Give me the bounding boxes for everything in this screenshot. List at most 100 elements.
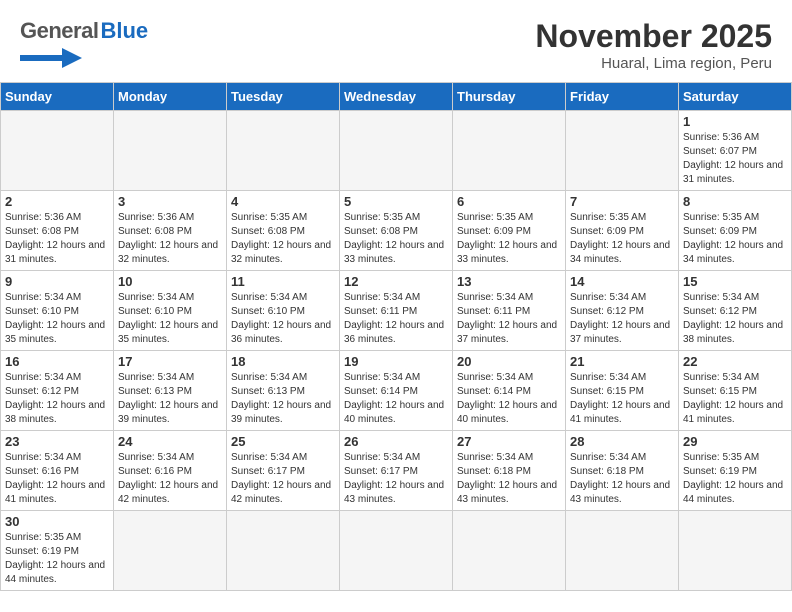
day-info: Sunrise: 5:34 AMSunset: 6:18 PMDaylight:… — [570, 451, 674, 507]
day-info-line: Daylight: 12 hours and 37 minutes. — [570, 319, 674, 347]
day-number: 18 — [231, 354, 335, 369]
day-info-line: Sunrise: 5:36 AM — [118, 211, 222, 225]
day-info-line: Sunset: 6:09 PM — [457, 225, 561, 239]
calendar-cell: 23Sunrise: 5:34 AMSunset: 6:16 PMDayligh… — [1, 431, 114, 511]
weekday-header-monday: Monday — [114, 83, 227, 111]
day-info-line: Sunset: 6:10 PM — [5, 305, 109, 319]
day-info-line: Daylight: 12 hours and 31 minutes. — [683, 159, 787, 187]
day-info: Sunrise: 5:34 AMSunset: 6:12 PMDaylight:… — [570, 291, 674, 347]
day-number: 14 — [570, 274, 674, 289]
page: General Blue November 2025 Huaral, Lima … — [0, 0, 792, 612]
calendar-cell: 10Sunrise: 5:34 AMSunset: 6:10 PMDayligh… — [114, 271, 227, 351]
day-number: 2 — [5, 194, 109, 209]
day-info-line: Daylight: 12 hours and 43 minutes. — [457, 479, 561, 507]
calendar-cell: 16Sunrise: 5:34 AMSunset: 6:12 PMDayligh… — [1, 351, 114, 431]
day-info: Sunrise: 5:36 AMSunset: 6:08 PMDaylight:… — [118, 211, 222, 267]
calendar-cell: 25Sunrise: 5:34 AMSunset: 6:17 PMDayligh… — [227, 431, 340, 511]
calendar-cell — [114, 111, 227, 191]
day-info: Sunrise: 5:35 AMSunset: 6:08 PMDaylight:… — [344, 211, 448, 267]
weekday-header-tuesday: Tuesday — [227, 83, 340, 111]
day-info: Sunrise: 5:34 AMSunset: 6:12 PMDaylight:… — [683, 291, 787, 347]
calendar-cell: 27Sunrise: 5:34 AMSunset: 6:18 PMDayligh… — [453, 431, 566, 511]
day-info: Sunrise: 5:34 AMSunset: 6:14 PMDaylight:… — [457, 371, 561, 427]
logo-icon — [20, 46, 100, 68]
day-info-line: Sunset: 6:18 PM — [570, 465, 674, 479]
calendar-cell: 6Sunrise: 5:35 AMSunset: 6:09 PMDaylight… — [453, 191, 566, 271]
calendar-cell: 12Sunrise: 5:34 AMSunset: 6:11 PMDayligh… — [340, 271, 453, 351]
weekday-header-friday: Friday — [566, 83, 679, 111]
day-info-line: Sunset: 6:07 PM — [683, 145, 787, 159]
day-info-line: Daylight: 12 hours and 42 minutes. — [231, 479, 335, 507]
day-info-line: Daylight: 12 hours and 35 minutes. — [118, 319, 222, 347]
day-info-line: Sunrise: 5:34 AM — [231, 371, 335, 385]
day-number: 23 — [5, 434, 109, 449]
day-info-line: Sunrise: 5:34 AM — [570, 451, 674, 465]
day-info: Sunrise: 5:34 AMSunset: 6:11 PMDaylight:… — [457, 291, 561, 347]
day-info-line: Daylight: 12 hours and 41 minutes. — [683, 399, 787, 427]
day-number: 3 — [118, 194, 222, 209]
calendar-cell: 17 Sunrise: 5:34 AMSunset: 6:13 PMDayligh… — [114, 351, 227, 431]
calendar-cell: 15Sunrise: 5:34 AMSunset: 6:12 PMDayligh… — [679, 271, 792, 351]
day-info: Sunrise: 5:34 AMSunset: 6:10 PMDaylight:… — [231, 291, 335, 347]
day-number: 4 — [231, 194, 335, 209]
calendar-cell: 3 Sunrise: 5:36 AMSunset: 6:08 PMDaylight… — [114, 191, 227, 271]
day-info: Sunrise: 5:34 AMSunset: 6:15 PMDaylight:… — [570, 371, 674, 427]
calendar-cell: 30Sunrise: 5:35 AMSunset: 6:19 PMDayligh… — [1, 511, 114, 591]
day-info-line: Sunrise: 5:34 AM — [570, 371, 674, 385]
weekday-header-saturday: Saturday — [679, 83, 792, 111]
day-info: Sunrise: 5:34 AMSunset: 6:13 PMDaylight:… — [118, 371, 222, 427]
day-number: 21 — [570, 354, 674, 369]
calendar-cell: 18Sunrise: 5:34 AMSunset: 6:13 PMDayligh… — [227, 351, 340, 431]
day-info-line: Daylight: 12 hours and 42 minutes. — [118, 479, 222, 507]
day-info-line: Daylight: 12 hours and 38 minutes. — [683, 319, 787, 347]
calendar-cell: 28Sunrise: 5:34 AMSunset: 6:18 PMDayligh… — [566, 431, 679, 511]
weekday-header-thursday: Thursday — [453, 83, 566, 111]
day-info-line: Sunrise: 5:34 AM — [231, 291, 335, 305]
day-number: 17 — [118, 354, 222, 369]
day-info-line: Sunset: 6:19 PM — [5, 545, 109, 559]
day-number: 13 — [457, 274, 561, 289]
day-info-line: Daylight: 12 hours and 35 minutes. — [5, 319, 109, 347]
day-info-line: Daylight: 12 hours and 34 minutes. — [570, 239, 674, 267]
day-info: Sunrise: 5:34 AMSunset: 6:10 PMDaylight:… — [5, 291, 109, 347]
day-info: Sunrise: 5:34 AMSunset: 6:17 PMDaylight:… — [231, 451, 335, 507]
calendar-cell — [566, 111, 679, 191]
day-info-line: Daylight: 12 hours and 43 minutes. — [570, 479, 674, 507]
day-info: Sunrise: 5:34 AMSunset: 6:17 PMDaylight:… — [344, 451, 448, 507]
day-number: 26 — [344, 434, 448, 449]
week-row-0: 1 Sunrise: 5:36 AMSunset: 6:07 PMDaylight… — [1, 111, 792, 191]
day-info: Sunrise: 5:34 AMSunset: 6:11 PMDaylight:… — [344, 291, 448, 347]
day-info-line: Sunrise: 5:35 AM — [570, 211, 674, 225]
day-info-line: Daylight: 12 hours and 39 minutes. — [118, 399, 222, 427]
day-info-line: Sunrise: 5:34 AM — [570, 291, 674, 305]
day-info: Sunrise: 5:35 AMSunset: 6:09 PMDaylight:… — [457, 211, 561, 267]
day-number: 24 — [118, 434, 222, 449]
day-number: 1 — [683, 114, 787, 129]
day-info: Sunrise: 5:35 AMSunset: 6:09 PMDaylight:… — [570, 211, 674, 267]
day-info-line: Sunrise: 5:34 AM — [683, 291, 787, 305]
day-info-line: Sunrise: 5:34 AM — [344, 371, 448, 385]
calendar-header: SundayMondayTuesdayWednesdayThursdayFrid… — [1, 83, 792, 111]
calendar-cell: 24Sunrise: 5:34 AMSunset: 6:16 PMDayligh… — [114, 431, 227, 511]
logo-svg — [20, 46, 100, 68]
day-info-line: Daylight: 12 hours and 34 minutes. — [683, 239, 787, 267]
day-info-line: Sunrise: 5:36 AM — [683, 131, 787, 145]
logo: General Blue — [20, 18, 148, 68]
calendar-cell: 11 Sunrise: 5:34 AMSunset: 6:10 PMDayligh… — [227, 271, 340, 351]
calendar-cell: 21 Sunrise: 5:34 AMSunset: 6:15 PMDayligh… — [566, 351, 679, 431]
calendar-cell: 26 Sunrise: 5:34 AMSunset: 6:17 PMDayligh… — [340, 431, 453, 511]
day-info-line: Sunset: 6:08 PM — [344, 225, 448, 239]
calendar-cell: 19Sunrise: 5:34 AMSunset: 6:14 PMDayligh… — [340, 351, 453, 431]
day-number: 11 — [231, 274, 335, 289]
day-info-line: Sunset: 6:08 PM — [5, 225, 109, 239]
logo-general: General — [20, 18, 98, 44]
weekday-header-sunday: Sunday — [1, 83, 114, 111]
calendar-cell: 14 Sunrise: 5:34 AMSunset: 6:12 PMDayligh… — [566, 271, 679, 351]
day-info: Sunrise: 5:34 AMSunset: 6:14 PMDaylight:… — [344, 371, 448, 427]
header: General Blue November 2025 Huaral, Lima … — [0, 0, 792, 82]
day-info-line: Sunset: 6:17 PM — [344, 465, 448, 479]
day-info-line: Sunset: 6:08 PM — [231, 225, 335, 239]
day-info-line: Sunset: 6:08 PM — [118, 225, 222, 239]
day-info-line: Sunrise: 5:34 AM — [344, 291, 448, 305]
day-info-line: Sunset: 6:10 PM — [118, 305, 222, 319]
